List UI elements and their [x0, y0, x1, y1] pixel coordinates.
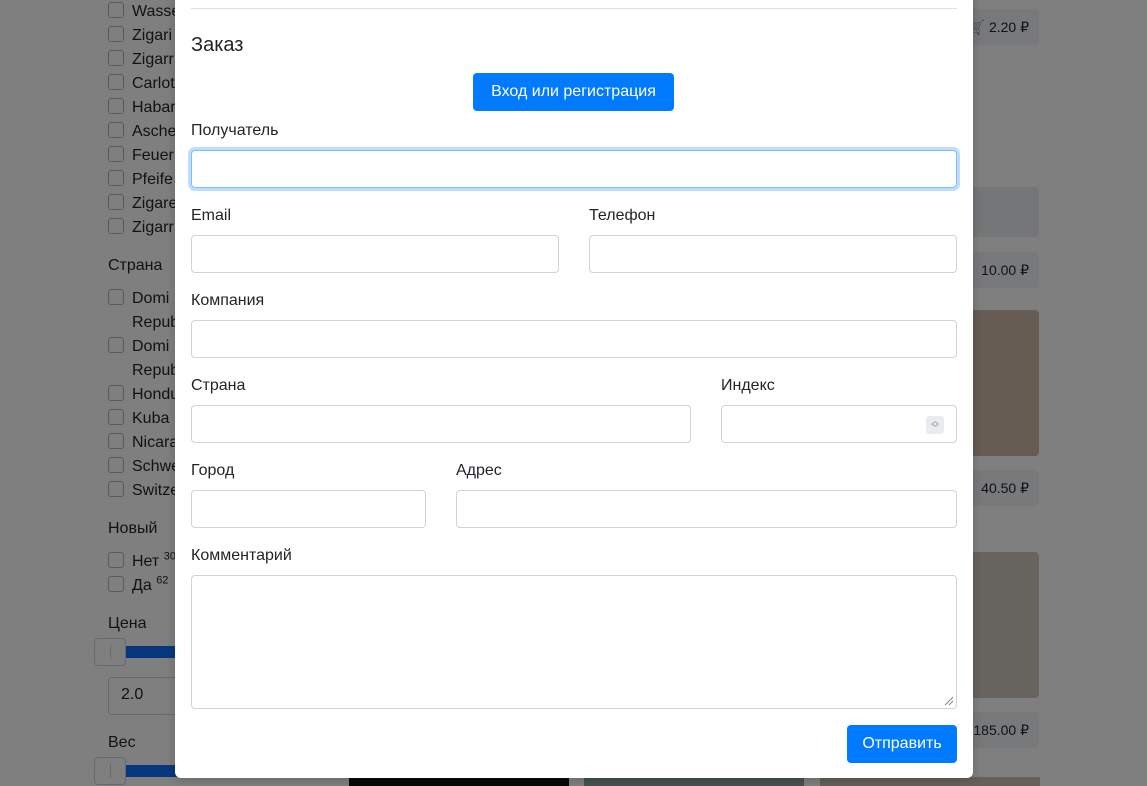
recipient-label: Получатель — [191, 122, 279, 139]
comment-textarea[interactable] — [191, 575, 957, 709]
address-label: Адрес — [456, 462, 502, 479]
zip-input[interactable]: ︿ ﹀ — [721, 405, 957, 443]
login-register-button[interactable]: Вход или регистрация — [473, 73, 674, 111]
resize-grip-icon[interactable] — [942, 694, 954, 706]
phone-label: Телефон — [589, 207, 656, 224]
comment-label: Комментарий — [191, 547, 292, 564]
zip-label: Индекс — [721, 377, 775, 394]
order-modal: Заказ Вход или регистрация Получатель Em… — [175, 0, 973, 778]
company-input[interactable] — [191, 320, 957, 358]
phone-input[interactable] — [589, 235, 957, 273]
recipient-input[interactable] — [191, 150, 957, 188]
modal-title: Заказ — [191, 34, 244, 56]
country-input[interactable] — [191, 405, 691, 443]
address-input[interactable] — [456, 490, 957, 528]
email-input[interactable] — [191, 235, 559, 273]
submit-button[interactable]: Отправить — [847, 725, 957, 763]
country-label: Страна — [191, 377, 246, 394]
email-label: Email — [191, 207, 232, 224]
city-label: Город — [191, 462, 235, 479]
divider — [191, 8, 957, 9]
number-spinner-icon[interactable]: ︿ ﹀ — [926, 416, 944, 434]
company-label: Компания — [191, 292, 265, 309]
city-input[interactable] — [191, 490, 426, 528]
